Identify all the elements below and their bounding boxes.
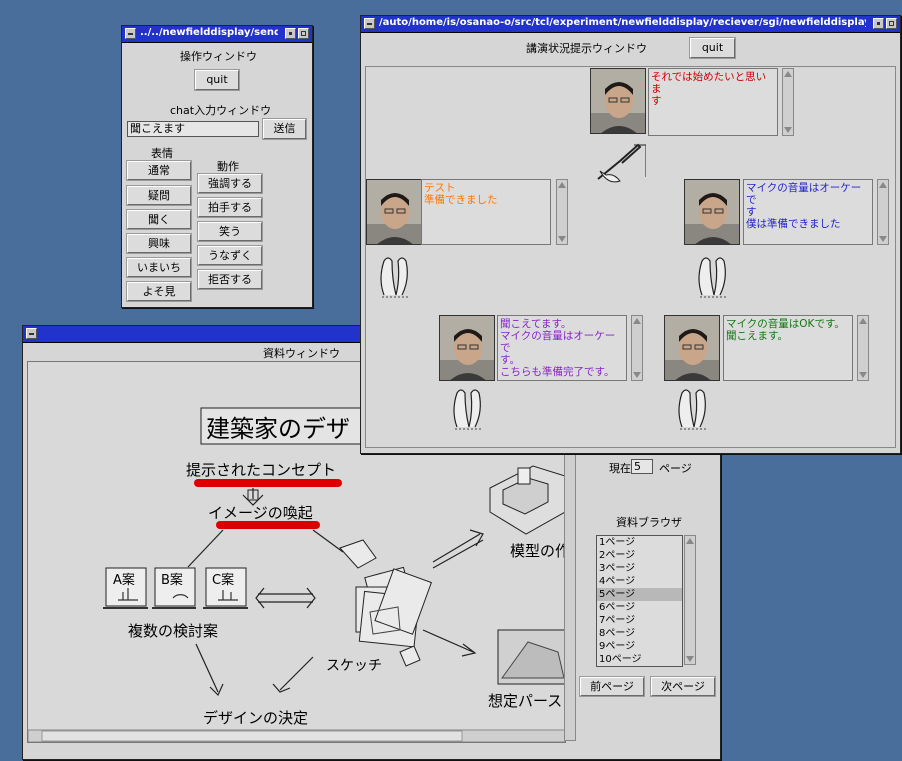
window-menu-icon[interactable] — [26, 328, 37, 339]
scroll-down-icon[interactable] — [632, 370, 642, 380]
slide-perspective: 想定パース — [488, 692, 563, 710]
scroll-up-icon[interactable] — [632, 316, 642, 326]
page-list-item[interactable]: 3ページ — [597, 562, 682, 575]
participant-video — [664, 315, 720, 381]
participant-chat-message: 聞こえてます。 マイクの音量はオーケーで す。 こちらも準備完了です。 — [497, 315, 627, 381]
clasped-hands-icon — [366, 249, 422, 299]
scroll-down-icon[interactable] — [858, 370, 868, 380]
scroll-down-icon[interactable] — [878, 234, 888, 244]
clasped-hands-icon — [439, 381, 495, 431]
chat-scrollbar[interactable] — [782, 68, 794, 136]
operation-window-label: 操作ウィンドウ — [180, 50, 257, 63]
page-list[interactable]: 1ページ 2ページ 3ページ 4ページ 5ページ 6ページ 7ページ 8ページ 9ページ 10ペー… — [596, 535, 683, 667]
slide-concept: 提示されたコンセプト — [186, 461, 337, 479]
slide-plan-b: B案 — [161, 573, 183, 588]
participant-video — [439, 315, 495, 381]
chat-scrollbar[interactable] — [857, 315, 869, 381]
receiver-quit-button[interactable]: quit — [690, 38, 735, 58]
slide-image-recall: イメージの喚起 — [208, 504, 313, 522]
page-list-item[interactable]: 1ページ — [597, 536, 682, 549]
participant-chat-message: マイクの音量はOKです。 聞こえます。 — [723, 315, 853, 381]
page-list-item[interactable]: 5ページ — [597, 588, 682, 601]
participant-video — [684, 179, 740, 245]
expression-header: 表情 — [151, 147, 173, 160]
document-window-label: 資料ウィンドウ — [263, 347, 340, 360]
chat-input-label: chat入力ウィンドウ — [170, 104, 272, 117]
sender-window: ../../newfielddisplay/sender/sgi/ 操作ウィンド… — [121, 25, 313, 308]
sender-quit-button[interactable]: quit — [195, 70, 239, 90]
document-browser-label: 資料ブラウザ — [616, 516, 682, 529]
maximize-icon[interactable] — [886, 18, 897, 29]
action-button[interactable]: 拍手する — [198, 198, 262, 217]
slide-decision: デザインの決定 — [203, 709, 309, 727]
clasped-hands-icon — [684, 249, 740, 299]
action-button[interactable]: うなずく — [198, 246, 262, 265]
expression-button[interactable]: よそ見 — [127, 282, 191, 301]
prev-page-button[interactable]: 前ページ — [580, 677, 644, 696]
action-button[interactable]: 笑う — [198, 222, 262, 241]
maximize-icon[interactable] — [298, 28, 309, 39]
scroll-up-icon[interactable] — [557, 180, 567, 190]
scroll-down-icon[interactable] — [685, 654, 695, 664]
chat-input[interactable]: 聞こえます — [127, 121, 259, 137]
chat-scrollbar[interactable] — [877, 179, 889, 245]
page-list-item[interactable]: 10ページ — [597, 653, 682, 666]
expression-button[interactable]: 聞く — [127, 210, 191, 229]
scroll-up-icon[interactable] — [783, 69, 793, 79]
scroll-up-icon[interactable] — [685, 536, 695, 546]
slide-plan-c: C案 — [212, 573, 235, 588]
sender-title: ../../newfielddisplay/sender/sgi/ — [140, 27, 278, 38]
slide-plan-a: A案 — [113, 573, 135, 588]
participant-video — [590, 68, 646, 134]
page-list-item[interactable]: 6ページ — [597, 601, 682, 614]
pointer-gesture-icon — [590, 141, 647, 191]
page-list-item[interactable]: 7ページ — [597, 614, 682, 627]
page-list-item[interactable]: 9ページ — [597, 640, 682, 653]
expression-button[interactable]: 疑問 — [127, 186, 191, 205]
scroll-up-icon[interactable] — [858, 316, 868, 326]
slide-sketch: スケッチ — [326, 658, 382, 674]
participant-video — [366, 179, 422, 245]
expression-button[interactable]: 興味 — [127, 234, 191, 253]
expression-button[interactable]: いまいち — [127, 258, 191, 277]
current-page-label: 現在 — [609, 462, 631, 475]
sender-titlebar[interactable]: ../../newfielddisplay/sender/sgi/ — [122, 26, 312, 43]
action-button[interactable]: 強調する — [198, 174, 262, 193]
page-list-item[interactable]: 8ページ — [597, 627, 682, 640]
expression-button[interactable]: 通常 — [127, 161, 191, 180]
page-list-scrollbar[interactable] — [684, 535, 696, 665]
slide-model: 模型の作 — [510, 542, 566, 560]
action-header: 動作 — [217, 160, 239, 173]
participant-chat-message: それでは始めたいと思いま す — [648, 68, 778, 136]
scroll-down-icon[interactable] — [783, 125, 793, 135]
receiver-window: /auto/home/is/osanao-o/src/tcl/experimen… — [360, 15, 901, 454]
page-list-item[interactable]: 4ページ — [597, 575, 682, 588]
chat-scrollbar[interactable] — [631, 315, 643, 381]
send-button[interactable]: 送信 — [263, 119, 306, 139]
minimize-icon[interactable] — [873, 18, 884, 29]
current-page-unit: ページ — [659, 462, 692, 475]
presentation-status-label: 講演状況提示ウィンドウ — [526, 42, 647, 55]
page-list-item[interactable]: 2ページ — [597, 549, 682, 562]
slide-multiple-plans: 複数の検討案 — [128, 622, 219, 640]
current-page-input[interactable]: 5 — [631, 459, 653, 474]
clasped-hands-icon — [664, 381, 720, 431]
minimize-icon[interactable] — [285, 28, 296, 39]
next-page-button[interactable]: 次ページ — [651, 677, 715, 696]
receiver-title: /auto/home/is/osanao-o/src/tcl/experimen… — [379, 17, 866, 28]
participant-chat-message: マイクの音量はオーケーで す 僕は準備できました — [743, 179, 873, 245]
chat-scrollbar[interactable] — [556, 179, 568, 245]
receiver-titlebar[interactable]: /auto/home/is/osanao-o/src/tcl/experimen… — [361, 16, 900, 33]
scroll-up-icon[interactable] — [878, 180, 888, 190]
action-button[interactable]: 拒否する — [198, 270, 262, 289]
participant-chat-message: テスト 準備できました — [421, 179, 551, 245]
scroll-down-icon[interactable] — [557, 234, 567, 244]
window-menu-icon[interactable] — [125, 28, 136, 39]
slide-title: 建築家のデザ — [206, 415, 350, 443]
window-menu-icon[interactable] — [364, 18, 375, 29]
